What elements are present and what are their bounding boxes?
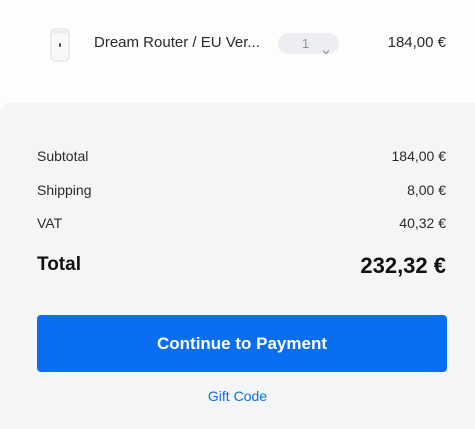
vat-row: VAT 40,32 €	[37, 215, 446, 237]
order-summary-panel: Subtotal 184,00 € Shipping 8,00 € VAT 40…	[0, 103, 475, 429]
total-label: Total	[37, 254, 81, 275]
subtotal-row: Subtotal 184,00 €	[37, 148, 446, 170]
subtotal-value: 184,00 €	[391, 148, 447, 164]
shipping-row: Shipping 8,00 €	[37, 182, 446, 204]
router-device-icon	[50, 28, 70, 62]
continue-to-payment-button[interactable]: Continue to Payment	[37, 315, 447, 372]
quantity-select[interactable]: 1	[278, 33, 339, 55]
vat-value: 40,32 €	[399, 215, 446, 231]
cart-item: Dream Router / EU Ver... 1 184,00 €	[0, 0, 475, 96]
subtotal-label: Subtotal	[37, 148, 89, 164]
total-value: 232,32 €	[360, 253, 446, 278]
quantity-value: 1	[302, 36, 310, 51]
item-price: 184,00 €	[387, 34, 446, 51]
shipping-value: 8,00 €	[407, 182, 446, 198]
vat-label: VAT	[37, 215, 63, 231]
chevron-down-icon	[322, 40, 330, 55]
gift-code-link[interactable]: Gift Code	[0, 388, 475, 404]
total-row: Total 232,32 €	[37, 253, 446, 284]
product-name[interactable]: Dream Router / EU Ver...	[94, 34, 260, 51]
shipping-label: Shipping	[37, 182, 92, 198]
